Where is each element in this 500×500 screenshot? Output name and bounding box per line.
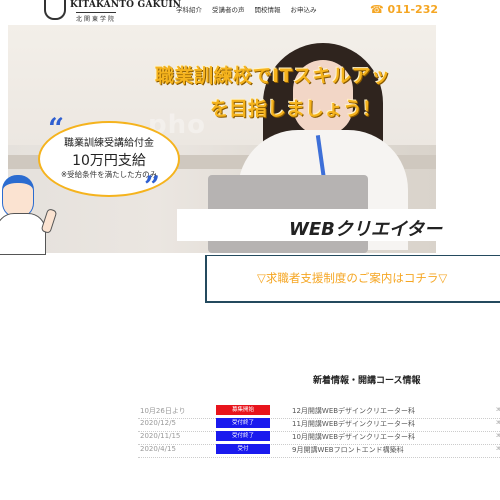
news-link[interactable]: 12月開講WEBデザインクリエーター科 xyxy=(292,406,415,416)
hero-heading-line2: を目指しましょう！ xyxy=(210,98,382,120)
news-link[interactable]: 9月開講WEBフロントエンド構築科 xyxy=(292,445,404,455)
status-badge: 受付 xyxy=(216,444,270,454)
logo-mark-icon xyxy=(44,0,66,20)
phone-number[interactable]: ☎ 011-232 xyxy=(370,3,438,16)
support-system-box[interactable]: ▽求職者支援制度のご案内はコチラ▽ xyxy=(205,255,500,303)
school-logo[interactable]: KITAKANTO GAKUIN 北関東学院 xyxy=(40,0,181,24)
news-date: 2020/4/15 xyxy=(140,445,176,453)
row-arrow-icon: ≫ xyxy=(496,406,500,413)
subsidy-line1: 職業訓練受講給付金 xyxy=(64,138,154,149)
nav-item-schedule[interactable]: 開校情報 xyxy=(255,4,281,14)
main-nav: 学科紹介 受講者の声 開校情報 お申込み xyxy=(176,4,317,14)
row-arrow-icon: ≫ xyxy=(496,432,500,439)
news-date: 10月26日より xyxy=(140,407,186,415)
news-row[interactable]: 10月26日より 募集開始 12月開講WEBデザインクリエーター科 ≫ xyxy=(138,405,500,419)
logo-text-en: KITAKANTO GAKUIN xyxy=(70,0,182,10)
news-date: 2020/12/5 xyxy=(140,419,176,427)
logo-text-jp: 北関東学院 xyxy=(76,12,117,23)
nav-item-testimonials[interactable]: 受講者の声 xyxy=(212,4,245,14)
course-label: WEBクリエイター xyxy=(289,219,443,240)
news-section-title: 新着情報・開講コース情報 xyxy=(313,376,421,386)
news-link[interactable]: 11月開講WEBデザインクリエーター科 xyxy=(292,419,415,429)
nav-item-courses[interactable]: 学科紹介 xyxy=(176,4,202,14)
row-arrow-icon: ≫ xyxy=(496,445,500,452)
mascot-illustration xyxy=(0,175,60,255)
quote-close-icon: ” xyxy=(144,170,161,203)
nav-item-apply[interactable]: お申込み xyxy=(291,4,317,14)
hero-heading-line1: 職業訓練校でITスキルアッ xyxy=(155,65,391,87)
news-row[interactable]: 2020/4/15 受付 9月開講WEBフロントエンド構築科 ≫ xyxy=(138,444,500,458)
news-row[interactable]: 2020/11/15 受付終了 10月開講WEBデザインクリエーター科 ≫ xyxy=(138,431,500,445)
row-arrow-icon: ≫ xyxy=(496,419,500,426)
status-badge: 受付終了 xyxy=(216,418,270,428)
support-system-link[interactable]: ▽求職者支援制度のご案内はコチラ▽ xyxy=(257,270,447,286)
mascot-body xyxy=(0,213,46,255)
mascot-head xyxy=(2,175,34,218)
status-badge: 募集開始 xyxy=(216,405,270,415)
news-row[interactable]: 2020/12/5 受付終了 11月開講WEBデザインクリエーター科 ≫ xyxy=(138,418,500,432)
news-link[interactable]: 10月開講WEBデザインクリエーター科 xyxy=(292,432,415,442)
subsidy-amount: 10万円支給 xyxy=(72,153,146,169)
status-badge: 受付終了 xyxy=(216,431,270,441)
news-date: 2020/11/15 xyxy=(140,432,181,440)
course-label-band: WEBクリエイター xyxy=(177,209,442,241)
mascot-pointing-hand xyxy=(40,208,58,234)
